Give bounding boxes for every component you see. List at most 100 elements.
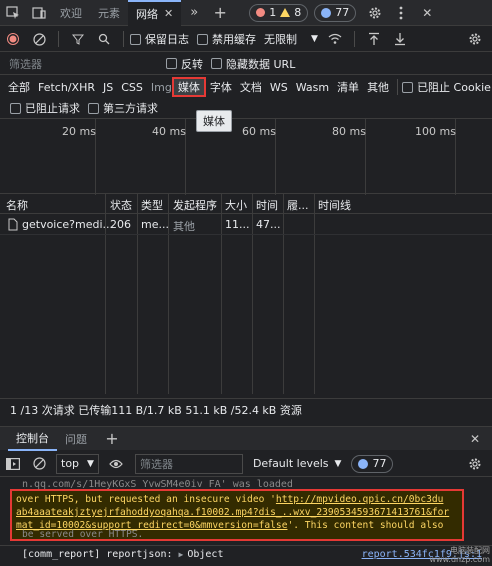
- type-filter-fetch-xhr[interactable]: Fetch/XHR: [34, 77, 99, 97]
- invert-label: 反转: [181, 57, 203, 71]
- request-status: 206: [110, 218, 131, 231]
- log-object[interactable]: Object: [187, 549, 223, 560]
- tab-welcome[interactable]: 欢迎: [52, 0, 90, 26]
- import-har-icon[interactable]: [361, 26, 387, 52]
- overview-tick: 40 ms: [152, 125, 186, 138]
- close-devtools-icon[interactable]: ✕: [414, 0, 440, 26]
- column-header-name[interactable]: 名称: [6, 197, 28, 213]
- file-icon: [8, 218, 18, 234]
- close-icon[interactable]: ✕: [164, 7, 173, 20]
- overview-tick: 80 ms: [332, 125, 366, 138]
- export-har-icon[interactable]: [387, 26, 413, 52]
- warning-link[interactable]: http://mpvideo.qpic.cn/0bc3du: [276, 494, 444, 505]
- drawer-tab-issues[interactable]: 问题: [57, 427, 95, 451]
- dropdown-arrow-icon: ▼: [87, 458, 94, 469]
- context-selector[interactable]: top ▼: [56, 453, 99, 474]
- divider: [353, 31, 355, 47]
- clear-icon[interactable]: [26, 26, 52, 52]
- issues-icon: [321, 7, 332, 18]
- warning-text: over HTTPS, but requested an insecure vi…: [16, 494, 276, 505]
- type-filter-doc[interactable]: 文档: [236, 77, 266, 97]
- column-header-fulfilled[interactable]: 履...: [287, 197, 309, 213]
- inspect-element-icon[interactable]: [0, 0, 26, 26]
- divider: [58, 31, 59, 47]
- third-party-label: 第三方请求: [103, 102, 158, 115]
- blocked-requests-label: 已阻止请求: [25, 102, 80, 115]
- live-expression-eye-icon[interactable]: [103, 451, 129, 477]
- type-filter-img[interactable]: Img: [147, 77, 172, 97]
- drawer-tabbar: 控制台 问题 + ✕: [0, 426, 492, 452]
- type-filter-manifest[interactable]: 清单: [333, 77, 363, 97]
- warning-link[interactable]: ab4aaateakjztyejrfahoddyoqahqa.f10002.mp…: [16, 507, 449, 518]
- filter-funnel-icon[interactable]: [65, 26, 91, 52]
- overview-tick: 60 ms: [242, 125, 276, 138]
- blocked-cookies-label: 已阻止 Cookie: [417, 81, 491, 94]
- overview-tick: 20 ms: [62, 125, 96, 138]
- more-tabs-icon[interactable]: »: [181, 0, 207, 26]
- dropdown-arrow-icon: ▼: [311, 34, 318, 44]
- network-overview[interactable]: 20 ms 40 ms 60 ms 80 ms 100 ms: [0, 118, 492, 195]
- column-header-size[interactable]: 大小: [225, 197, 247, 213]
- column-header-waterfall[interactable]: 时间线: [318, 197, 351, 213]
- drawer-tab-console[interactable]: 控制台: [8, 427, 57, 451]
- column-header-status[interactable]: 状态: [110, 197, 132, 213]
- request-size: 11...: [225, 218, 250, 231]
- column-header-type[interactable]: 类型: [141, 197, 163, 213]
- error-warning-counter[interactable]: 1 8: [249, 3, 309, 22]
- issues-counter[interactable]: 77: [314, 3, 357, 22]
- search-icon[interactable]: [91, 26, 117, 52]
- type-filter-other[interactable]: 其他: [363, 77, 393, 97]
- media-tooltip: 媒体: [196, 110, 232, 132]
- preserve-log-label: 保留日志: [145, 33, 189, 46]
- checkbox-box: [211, 58, 222, 69]
- third-party-checkbox[interactable]: 第三方请求: [88, 100, 158, 116]
- settings-gear-icon[interactable]: [362, 0, 388, 26]
- tab-elements[interactable]: 元素: [90, 0, 128, 26]
- console-filter-input[interactable]: 筛选器: [134, 453, 243, 474]
- clear-console-icon[interactable]: [26, 451, 52, 477]
- disable-cache-checkbox[interactable]: 禁用缓存: [197, 31, 256, 47]
- column-header-time[interactable]: 时间: [256, 197, 278, 213]
- type-filter-media[interactable]: 媒体: [171, 77, 206, 97]
- network-toolbar: 保留日志 禁用缓存 无限制 ▼: [0, 27, 492, 52]
- overview-tick: 100 ms: [415, 125, 456, 138]
- table-row[interactable]: getvoice?medi... 206 me... 其他 11... 47..…: [0, 215, 492, 235]
- type-filter-all[interactable]: 全部: [4, 77, 34, 97]
- close-drawer-icon[interactable]: ✕: [462, 426, 488, 452]
- network-settings-gear-icon[interactable]: [462, 26, 488, 52]
- console-settings-gear-icon[interactable]: [462, 451, 488, 477]
- dropdown-arrow-icon: ▼: [334, 458, 342, 469]
- watermark-line: 电脑装配网: [450, 546, 490, 555]
- error-count: 1: [269, 6, 277, 19]
- add-tab-icon[interactable]: +: [207, 0, 233, 26]
- console-toolbar: top ▼ 筛选器 Default levels ▼ 77: [0, 451, 492, 477]
- tab-network[interactable]: 网络 ✕: [128, 0, 182, 26]
- blocked-cookies-checkbox[interactable]: 已阻止 Cookie: [402, 79, 491, 95]
- network-conditions-icon[interactable]: [322, 26, 348, 52]
- warning-icon: [280, 8, 291, 17]
- blocked-requests-checkbox[interactable]: 已阻止请求: [10, 100, 80, 116]
- type-filter-wasm[interactable]: Wasm: [292, 77, 333, 97]
- preserve-log-checkbox[interactable]: 保留日志: [130, 31, 189, 47]
- request-filter-row: 已阻止请求 第三方请求: [0, 98, 492, 118]
- type-filter-js[interactable]: JS: [99, 77, 117, 97]
- record-icon[interactable]: [0, 26, 26, 52]
- throttling-select[interactable]: 无限制 ▼: [264, 31, 318, 47]
- device-toolbar-icon[interactable]: [26, 0, 52, 26]
- type-filter-font[interactable]: 字体: [206, 77, 236, 97]
- type-filter-ws[interactable]: WS: [266, 77, 292, 97]
- context-value: top: [61, 457, 80, 470]
- show-sidebar-icon[interactable]: [0, 451, 26, 477]
- console-issues-counter[interactable]: 77: [351, 454, 394, 473]
- filter-input[interactable]: 筛选器: [6, 55, 166, 73]
- console-output: n.qq.com/s/1HeyKGxS_YvwSM4e0iv_FA' was l…: [0, 477, 492, 566]
- invert-checkbox[interactable]: 反转: [166, 56, 203, 72]
- log-levels-select[interactable]: Default levels ▼: [253, 457, 342, 470]
- add-drawer-tab-icon[interactable]: +: [99, 426, 125, 452]
- network-summary: 1 /13 次请求 已传输111 B/1.7 kB 51.1 kB /52.4 …: [0, 398, 492, 420]
- hide-data-urls-checkbox[interactable]: 隐藏数据 URL: [211, 56, 295, 72]
- expand-triangle-icon[interactable]: ▶: [179, 550, 184, 559]
- type-filter-css[interactable]: CSS: [117, 77, 147, 97]
- customize-menu-icon[interactable]: [388, 0, 414, 26]
- column-header-initiator[interactable]: 发起程序: [173, 197, 217, 213]
